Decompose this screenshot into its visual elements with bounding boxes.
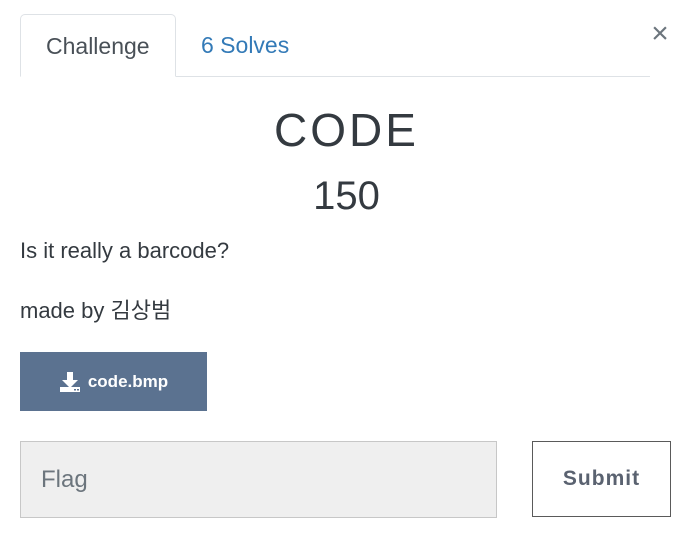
submit-button[interactable]: Submit [532,441,671,517]
challenge-title: CODE [274,104,419,156]
challenge-modal: Challenge 6 Solves × CODE 150 Is it real… [0,0,693,542]
challenge-points: 150 [313,174,380,218]
download-icon [59,371,80,392]
tab-challenge[interactable]: Challenge [20,14,176,77]
challenge-tabs: Challenge 6 Solves [20,14,650,77]
close-icon[interactable]: × [648,18,672,50]
download-file-button[interactable]: code.bmp [20,352,207,411]
flag-input[interactable] [20,441,497,518]
challenge-author-line: made by 김상범 [20,298,172,323]
tab-solves[interactable]: 6 Solves [176,14,314,76]
challenge-description-line: Is it really a barcode? [20,238,230,263]
download-file-label: code.bmp [87,371,169,391]
